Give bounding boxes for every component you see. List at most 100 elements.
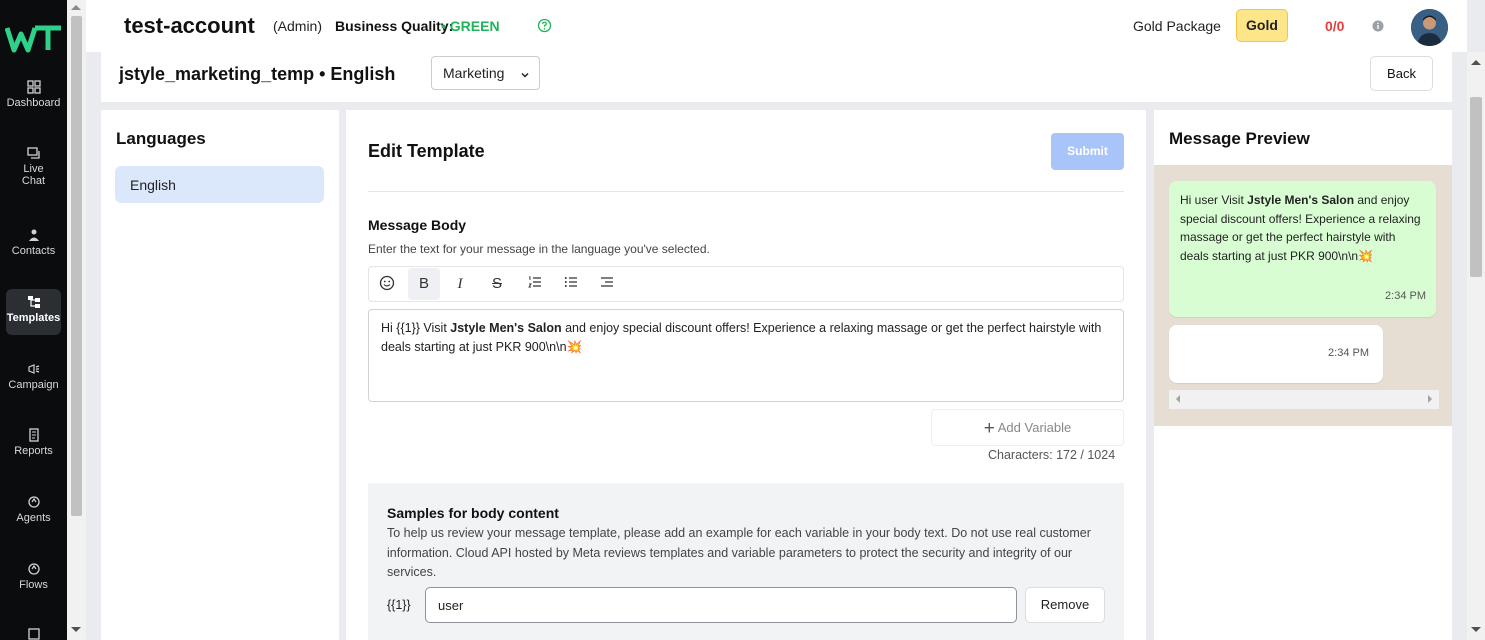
message-body-title: Message Body: [368, 217, 467, 233]
languages-panel: Languages English: [101, 110, 339, 640]
scrollbar-thumb[interactable]: [1470, 97, 1482, 277]
languages-title: Languages: [116, 129, 206, 148]
info-icon[interactable]: [1372, 20, 1384, 32]
scroll-down-arrow-icon[interactable]: [1471, 627, 1481, 632]
sidebar-item-templates[interactable]: Templates: [0, 289, 67, 335]
ordered-list-icon: [528, 276, 541, 288]
indent-button[interactable]: [591, 268, 623, 300]
message-timestamp: 2:34 PM: [1328, 347, 1369, 359]
sidebar-scrollbar[interactable]: [67, 0, 86, 640]
strikethrough-icon: S: [491, 275, 502, 292]
sidebar-item-label: Dashboard: [6, 97, 61, 109]
bold-icon: B: [418, 275, 429, 292]
sidebar-item-reports[interactable]: Reports: [0, 428, 67, 457]
back-button[interactable]: Back: [1370, 56, 1433, 91]
plus-icon: +: [983, 418, 995, 439]
dashboard-icon: [26, 80, 41, 94]
sidebar-item-agents[interactable]: Agents: [0, 495, 67, 524]
collision-emoji: 💥: [566, 340, 583, 354]
sidebar-item-label: Agents: [16, 512, 51, 524]
collision-emoji: 💥: [1358, 248, 1374, 263]
scroll-down-arrow-icon[interactable]: [71, 627, 81, 632]
agents-icon: [27, 496, 40, 508]
message-preview-title: Message Preview: [1169, 129, 1310, 148]
body-text-bold: Jstyle Men's Salon: [450, 321, 562, 335]
italic-button[interactable]: I: [444, 268, 476, 300]
app-header: test-account (Admin) Business Quality: •…: [86, 0, 1467, 52]
sample-variable-label: {{1}}: [387, 598, 411, 612]
live-chat-icon: [26, 147, 40, 159]
emoji-button[interactable]: [371, 268, 403, 300]
strikethrough-button[interactable]: S: [481, 268, 513, 300]
bullet-list-icon: [564, 277, 577, 287]
edit-template-panel: Edit Template Submit Message Body Enter …: [346, 110, 1146, 640]
message-timestamp: 2:34 PM: [1385, 289, 1426, 302]
user-avatar[interactable]: [1411, 9, 1448, 46]
sidebar-item-label: Campaign: [8, 379, 59, 391]
samples-section: Samples for body content To help us revi…: [368, 483, 1124, 640]
sidebar-item-label: Reports: [14, 445, 53, 457]
scroll-up-arrow-icon[interactable]: [1471, 60, 1481, 65]
sidebar-item-more[interactable]: [0, 627, 67, 640]
italic-icon: I: [457, 276, 463, 292]
preview-empty-bubble: 2:34 PM: [1169, 325, 1383, 383]
remove-button[interactable]: Remove: [1025, 587, 1105, 623]
template-topbar: jstyle_marketing_temp • English Marketin…: [101, 52, 1452, 102]
message-body-editor[interactable]: Hi {{1}} Visit Jstyle Men's Salon and en…: [368, 309, 1124, 402]
sidebar-item-flows[interactable]: Flows: [0, 562, 67, 591]
preview-text-prefix: Hi user Visit: [1180, 193, 1248, 207]
avatar-image: [1411, 9, 1448, 46]
sidebar-item-dashboard[interactable]: Dashboard: [0, 80, 67, 109]
ordered-list-button[interactable]: [519, 268, 551, 300]
template-name: jstyle_marketing_temp • English: [119, 64, 396, 84]
sidebar-item-label: Templates: [6, 312, 61, 324]
preview-message-bubble: Hi user Visit Jstyle Men's Salon and enj…: [1169, 181, 1436, 317]
bold-button[interactable]: B: [408, 268, 440, 300]
add-variable-label: Add Variable: [997, 420, 1072, 435]
submit-button[interactable]: Submit: [1051, 133, 1124, 170]
bullet-list-button[interactable]: [555, 268, 587, 300]
package-badge: Gold: [1236, 9, 1288, 42]
credits-counter: 0/0: [1325, 18, 1345, 34]
sidebar-item-contacts[interactable]: Contacts: [0, 228, 67, 257]
help-circle-icon[interactable]: [537, 18, 552, 33]
page-scrollbar[interactable]: [1467, 52, 1485, 640]
account-name: test-account: [124, 13, 255, 38]
sidebar-item-label: Flows: [19, 579, 48, 591]
sidebar-item-label-line2: Chat: [21, 175, 46, 187]
sidebar-item-campaign[interactable]: Campaign: [0, 362, 67, 391]
emoji-icon: [379, 275, 395, 291]
language-item-english[interactable]: English: [115, 166, 324, 203]
preview-text-bold: Jstyle Men's Salon: [1247, 193, 1355, 207]
scroll-left-arrow-icon[interactable]: [1176, 395, 1180, 403]
business-quality-label: Business Quality:: [335, 18, 454, 34]
scroll-up-arrow-icon[interactable]: [71, 5, 81, 10]
preview-horizontal-scrollbar[interactable]: [1169, 390, 1439, 409]
campaign-icon: [27, 364, 39, 374]
sidebar-item-label: Live: [23, 163, 44, 175]
account-role: (Admin): [273, 18, 323, 34]
samples-description: To help us review your message template,…: [387, 526, 1091, 579]
more-icon: [27, 628, 40, 640]
brand-logo: [5, 25, 61, 53]
contacts-icon: [28, 229, 39, 241]
flows-icon: [27, 563, 40, 575]
category-select[interactable]: Marketing: [431, 56, 540, 90]
body-text-prefix: Hi {{1}} Visit: [381, 321, 451, 335]
scroll-right-arrow-icon[interactable]: [1428, 395, 1432, 403]
category-selected-value: Marketing: [443, 65, 505, 81]
add-variable-button[interactable]: + Add Variable: [931, 409, 1124, 446]
indent-icon: [601, 277, 613, 287]
business-quality-value: • GREEN: [441, 18, 500, 34]
sidebar-item-label: Contacts: [11, 245, 56, 257]
package-label: Gold Package: [1133, 18, 1221, 34]
scrollbar-thumb[interactable]: [71, 16, 82, 516]
message-body-description: Enter the text for your message in the l…: [368, 242, 710, 256]
format-toolbar: B I S: [368, 266, 1124, 302]
chevron-down-icon: [521, 72, 529, 78]
sidebar: Dashboard Live Chat Contacts Templates C…: [0, 0, 67, 640]
sidebar-item-live-chat[interactable]: Live Chat: [0, 146, 67, 187]
sample-variable-input[interactable]: user: [425, 587, 1017, 623]
message-preview-panel: Message Preview Hi user Visit Jstyle Men…: [1154, 110, 1452, 640]
samples-title: Samples for body content: [387, 505, 559, 521]
